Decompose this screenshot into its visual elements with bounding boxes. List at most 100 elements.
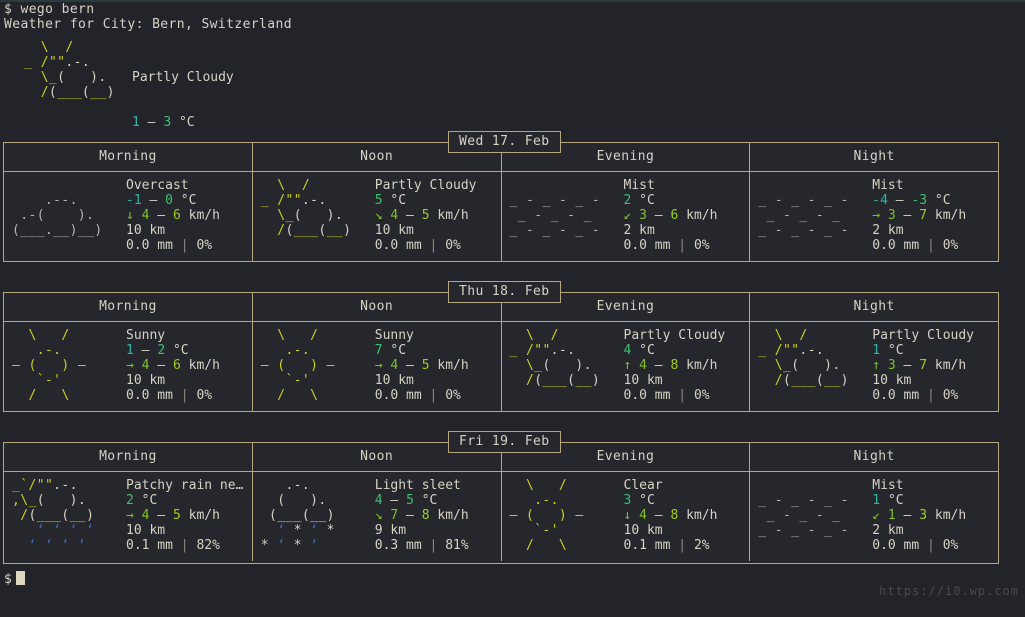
- slot-wind: → 4 – 5 km/h: [374, 358, 469, 373]
- slot-details: Light sleet 4 – 5 °C ↘ 7 – 8 km/h 9 km 0.3 m…: [375, 478, 501, 553]
- slot-details: Mist 1 °C ↙ 1 – 3 km/h 2 km 0.0 mm | 0%: [872, 478, 998, 553]
- slot-precipitation: 0.0 mm | 0%: [374, 388, 461, 403]
- slot-details: Partly Cloudy 5 °C ↘ 4 – 5 km/h 10 km 0.0 mm…: [375, 178, 501, 253]
- command-text: wego bern: [20, 2, 95, 17]
- slot-temperature: 1 °C: [872, 343, 904, 358]
- slot-visibility: 10 km: [126, 223, 166, 238]
- current-condition: Partly Cloudy: [132, 70, 234, 85]
- slot-wind: ↓ 4 – 6 km/h: [126, 208, 220, 223]
- slot-details: Partly Cloudy 4 °C ↑ 4 – 8 km/h 10 km 0.0 mm…: [624, 328, 750, 403]
- weather-icon-partly-cloudy: \ / _ /"".-. \_( ). /(___(__): [758, 328, 849, 388]
- slot-precipitation: 0.0 mm | 0%: [872, 388, 959, 403]
- slot-temperature: -1 – 0 °C: [126, 193, 197, 208]
- wind-direction-icon: →: [126, 358, 134, 373]
- weather-icon-partly-cloudy: \ / _ /"".-. \_( ). /(___(__): [260, 178, 352, 238]
- slot-visibility: 10 km: [623, 523, 663, 538]
- weather-icon-mist: _ - _ - _ - _ - _ - _ _ - _ - _ -: [509, 193, 601, 238]
- slot-visibility: 10 km: [872, 373, 912, 388]
- slot-visibility: 2 km: [872, 223, 904, 238]
- slot-visibility: 10 km: [374, 373, 414, 388]
- slot-visibility: 10 km: [126, 523, 166, 538]
- slot-wind: ↙ 1 – 3 km/h: [872, 508, 967, 523]
- forecast-date-label: Thu 18. Feb: [448, 281, 561, 303]
- slot-temperature: 2 °C: [126, 493, 158, 508]
- forecast-body-row: .--. .-( ). (___.__)__) Overcast -1 – 0 °C…: [4, 172, 998, 261]
- slot-temperature: 1 – 2 °C: [126, 343, 189, 358]
- watermark: https://i0.wp.com: [879, 584, 1019, 598]
- column-header-morning: Morning: [99, 449, 157, 464]
- forecast-slot-morning: \ / .-. – ( ) – `-' / \ Sunny 1 – 2 °C → 4 …: [4, 322, 252, 411]
- forecast-slot-night: _ - _ - _ - _ - _ - _ _ - _ - _ - Mist 1 °…: [749, 472, 998, 561]
- forecast-slot-night: \ / _ /"".-. \_( ). /(___(__) Partly Clou…: [749, 322, 998, 411]
- column-header-morning: Morning: [99, 299, 157, 314]
- slot-details: Mist 2 °C ↙ 3 – 6 km/h 2 km 0.0 mm | 0%: [624, 178, 750, 253]
- wind-direction-icon: ↑: [623, 358, 632, 373]
- terminal-window: $ wego bern Weather for City: Bern, Swit…: [0, 0, 1025, 617]
- text-cursor[interactable]: [16, 571, 26, 585]
- slot-visibility: 10 km: [126, 373, 166, 388]
- current-temperature: 1 – 3 °C: [132, 115, 195, 130]
- slot-condition: Partly Cloudy: [623, 328, 726, 343]
- forecast-day-panel: Thu 18. Feb Morning Noon Evening Night \…: [3, 281, 999, 412]
- weather-icon-partly-cloudy: \ / _ /"".-. \_( ). /(___(__): [509, 328, 601, 388]
- slot-wind: ↓ 4 – 8 km/h: [623, 508, 718, 523]
- trailing-prompt: $: [4, 571, 26, 587]
- forecast-slot-noon: \ / _ /"".-. \_( ). /(___(__) Partly Clou…: [251, 172, 501, 261]
- slot-precipitation: 0.3 mm | 81%: [374, 538, 469, 553]
- slot-details: Mist -4 – -3 °C → 3 – 7 km/h 2 km 0.0 mm | 0…: [872, 178, 998, 253]
- slot-temperature: -4 – -3 °C: [872, 193, 951, 208]
- forecast-slot-morning: _`/"".-. ,\_( ). /(___(__) ‘ ‘ ‘ ‘ ‘ ‘ ‘…: [4, 472, 252, 561]
- column-header-night: Night: [749, 293, 998, 321]
- forecast-slot-evening: _ - _ - _ - _ - _ - _ _ - _ - _ - Mist 2 °…: [500, 172, 750, 261]
- weather-icon-mist: _ - _ - _ - _ - _ - _ _ - _ - _ -: [758, 193, 849, 238]
- prompt-symbol: $: [4, 2, 13, 17]
- forecast-day-panel: Wed 17. Feb Morning Noon Evening Night .…: [3, 131, 999, 262]
- prompt-symbol: $: [4, 572, 13, 587]
- slot-wind: ↘ 7 – 8 km/h: [374, 508, 469, 523]
- slot-wind: ↘ 4 – 5 km/h: [374, 208, 469, 223]
- slot-temperature: 2 °C: [623, 193, 655, 208]
- slot-precipitation: 0.0 mm | 0%: [623, 238, 710, 253]
- slot-condition: Patchy rain ne…: [126, 478, 244, 493]
- wind-direction-icon: →: [872, 208, 881, 223]
- slot-wind: ↑ 3 – 7 km/h: [872, 358, 967, 373]
- wind-direction-icon: ↙: [872, 508, 881, 523]
- slot-condition: Partly Cloudy: [374, 178, 477, 193]
- command-line: $ wego bern: [4, 2, 95, 17]
- terminal-top-edge: [0, 0, 1025, 2]
- slot-temperature: 4 °C: [623, 343, 655, 358]
- forecast-slot-morning: .--. .-( ). (___.__)__) Overcast -1 – 0 °C…: [4, 172, 252, 261]
- wind-direction-icon: ↓: [623, 508, 632, 523]
- slot-visibility: 2 km: [872, 523, 904, 538]
- slot-visibility: 9 km: [374, 523, 407, 538]
- slot-condition: Clear: [623, 478, 663, 493]
- slot-precipitation: 0.0 mm | 0%: [872, 238, 959, 253]
- weather-icon-clear: \ / .-. – ( ) – `-' / \: [509, 478, 584, 553]
- slot-condition: Light sleet: [374, 478, 461, 493]
- forecast-slot-evening: \ / _ /"".-. \_( ). /(___(__) Partly Clou…: [500, 322, 750, 411]
- slot-temperature: 5 °C: [374, 193, 407, 208]
- wind-direction-icon: ↘: [374, 208, 383, 223]
- weather-icon-light-sleet: .-. ( ). (___(__) ‘ * ‘ * * ‘ * ‘: [260, 478, 335, 553]
- weather-icon-sunny: \ / .-. – ( ) – `-' / \: [260, 328, 335, 403]
- slot-condition: Sunny: [126, 328, 166, 343]
- wind-direction-icon: ↘: [374, 508, 383, 523]
- slot-wind: ↙ 3 – 6 km/h: [623, 208, 718, 223]
- slot-precipitation: 0.0 mm | 0%: [623, 388, 710, 403]
- slot-details: Sunny 7 °C → 4 – 5 km/h 10 km 0.0 mm | 0%: [375, 328, 501, 403]
- slot-wind: → 4 – 5 km/h: [126, 508, 220, 523]
- slot-details: Overcast -1 – 0 °C ↓ 4 – 6 km/h 10 km 0.0 mm…: [126, 178, 252, 253]
- wind-direction-icon: →: [374, 358, 383, 373]
- city-line: Weather for City: Bern, Switzerland: [4, 17, 292, 32]
- column-header-night: Night: [749, 143, 998, 171]
- forecast-slot-evening: \ / .-. – ( ) – `-' / \ Clear 3 °C ↓ 4 – 8 …: [500, 472, 750, 561]
- forecast-date-label: Wed 17. Feb: [448, 131, 561, 153]
- forecast-slot-noon: .-. ( ). (___(__) ‘ * ‘ * * ‘ * ‘ Light s…: [251, 472, 501, 561]
- slot-precipitation: 0.0 mm | 0%: [374, 238, 461, 253]
- slot-wind: ↑ 4 – 8 km/h: [623, 358, 718, 373]
- current-weather-icon: \ / _ /"".-. \_( ). /(___(__): [24, 40, 115, 100]
- column-header-night: Night: [749, 443, 998, 471]
- slot-visibility: 2 km: [623, 223, 655, 238]
- slot-details: Partly Cloudy 1 °C ↑ 3 – 7 km/h 10 km 0.0 mm…: [872, 328, 998, 403]
- wind-direction-icon: ↙: [623, 208, 632, 223]
